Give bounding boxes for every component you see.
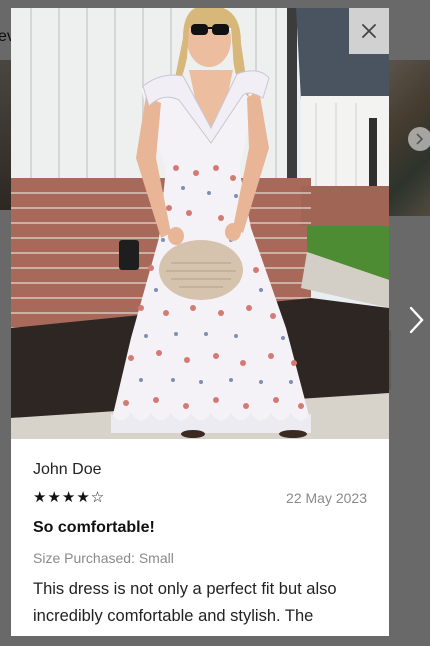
review-body: This dress is not only a perfect fit but…: [33, 580, 337, 636]
close-icon: [362, 24, 376, 38]
star-rating: ★★★★☆: [33, 488, 106, 506]
review-modal: John Doe ★★★★☆ 22 May 2023 So comfortabl…: [11, 8, 389, 636]
carousel-next-button[interactable]: [408, 127, 430, 151]
size-purchased: Size Purchased: Small: [33, 550, 174, 566]
review-photo: [11, 8, 389, 439]
review-author: John Doe: [33, 461, 102, 478]
next-review-button[interactable]: [404, 302, 430, 338]
close-button[interactable]: [349, 8, 389, 54]
review-title: So comfortable!: [33, 519, 155, 536]
review-date: 22 May 2023: [286, 490, 367, 506]
chevron-right-icon: [416, 133, 424, 145]
chevron-right-icon: [409, 306, 424, 334]
